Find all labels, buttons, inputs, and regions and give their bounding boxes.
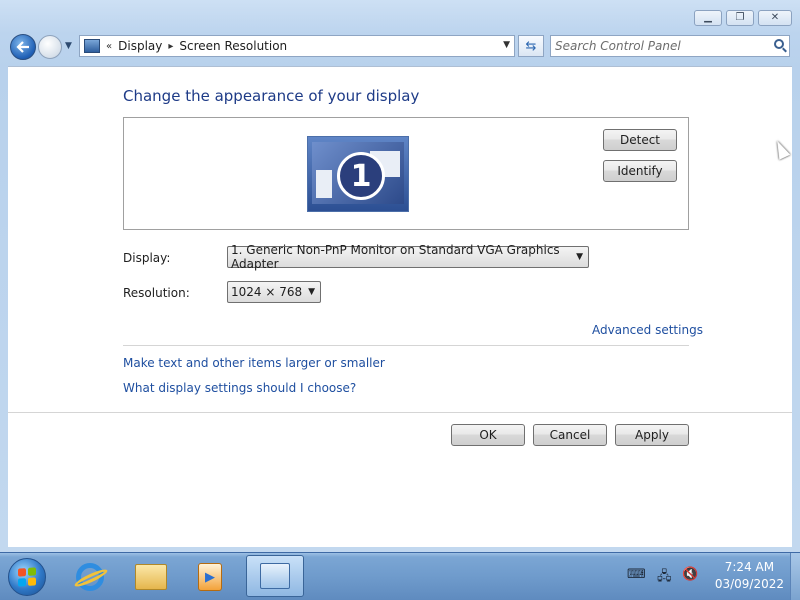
show-desktop-button[interactable] <box>790 553 800 600</box>
refresh-button[interactable]: ⇆ <box>518 35 544 57</box>
control-panel-icon <box>260 563 290 589</box>
page-title: Change the appearance of your display <box>123 87 420 105</box>
text-size-link[interactable]: Make text and other items larger or smal… <box>123 356 385 370</box>
advanced-settings-link[interactable]: Advanced settings <box>592 323 703 337</box>
clock[interactable]: 7:24 AM 03/09/2022 <box>715 559 784 593</box>
refresh-icon: ⇆ <box>525 38 537 54</box>
search-box[interactable] <box>550 35 790 57</box>
windows-explorer-button[interactable] <box>133 559 169 595</box>
window-graphic <box>316 170 332 198</box>
search-icon[interactable] <box>774 39 784 49</box>
divider <box>8 412 792 413</box>
control-panel-taskbar-button[interactable] <box>246 555 304 597</box>
monitor-screen: 1 <box>312 142 404 204</box>
control-panel-icon <box>84 39 100 53</box>
network-icon[interactable]: 🖧 <box>657 567 672 589</box>
recent-pages-dropdown[interactable]: ▼ <box>65 41 72 51</box>
breadcrumb-screen-resolution[interactable]: Screen Resolution <box>179 39 287 53</box>
ok-button[interactable]: OK <box>451 424 525 446</box>
display-help-link[interactable]: What display settings should I choose? <box>123 381 356 395</box>
clock-time: 7:24 AM <box>724 560 775 574</box>
address-bar[interactable]: « Display ▸ Screen Resolution ▼ <box>79 35 515 57</box>
close-button[interactable]: ✕ <box>758 10 792 26</box>
windows-explorer-icon <box>135 564 167 590</box>
window-frame: ▁ ❐ ✕ ▼ « Display ▸ Screen Resolution ▼ … <box>0 0 800 552</box>
chevron-down-icon: ▼ <box>576 252 583 262</box>
caption-buttons: ▁ ❐ ✕ <box>694 10 792 26</box>
display-label: Display: <box>123 251 171 265</box>
media-player-icon: ▶ <box>198 563 222 591</box>
internet-explorer-icon <box>76 563 104 591</box>
resolution-select[interactable]: 1024 × 768 ▼ <box>227 281 321 303</box>
forward-button[interactable] <box>38 35 62 59</box>
start-button[interactable] <box>8 558 46 596</box>
volume-muted-icon[interactable]: 🔇 <box>682 567 698 582</box>
back-arrow-icon <box>16 41 29 53</box>
monitor-1-thumbnail[interactable]: 1 <box>307 136 409 212</box>
monitor-preview-box: 1 Detect Identify <box>123 117 689 230</box>
close-icon: ✕ <box>770 12 780 23</box>
minimize-icon: ▁ <box>704 12 712 23</box>
chevron-down-icon: ▼ <box>308 287 315 297</box>
keyboard-icon[interactable]: ⌨ <box>627 567 646 582</box>
back-button[interactable] <box>10 34 36 60</box>
breadcrumb-separator[interactable]: ▸ <box>168 41 173 52</box>
taskbar: ▶ ⌨ 🖧 🔇 7:24 AM 03/09/2022 <box>0 552 800 600</box>
windows-logo-icon <box>18 567 36 587</box>
breadcrumb-display[interactable]: Display <box>118 39 162 53</box>
minimize-button[interactable]: ▁ <box>694 10 722 26</box>
maximize-icon: ❐ <box>735 12 745 23</box>
detect-button[interactable]: Detect <box>603 129 677 151</box>
cancel-button[interactable]: Cancel <box>533 424 607 446</box>
display-select[interactable]: 1. Generic Non-PnP Monitor on Standard V… <box>227 243 589 271</box>
chevron[interactable]: « <box>106 41 112 52</box>
search-input[interactable] <box>555 37 765 55</box>
identify-button[interactable]: Identify <box>603 160 677 182</box>
clock-date: 03/09/2022 <box>714 577 784 591</box>
resolution-select-value: 1024 × 768 <box>231 285 303 299</box>
monitor-number: 1 <box>337 152 385 200</box>
internet-explorer-button[interactable] <box>72 559 108 595</box>
display-select-value: 1. Generic Non-PnP Monitor on Standard V… <box>231 243 560 271</box>
address-dropdown-icon[interactable]: ▼ <box>503 40 510 50</box>
maximize-button[interactable]: ❐ <box>726 10 754 26</box>
content-pane: Change the appearance of your display 1 … <box>8 66 792 547</box>
apply-button[interactable]: Apply <box>615 424 689 446</box>
media-player-button[interactable]: ▶ <box>192 559 228 595</box>
divider <box>123 345 689 346</box>
resolution-label: Resolution: <box>123 286 190 300</box>
